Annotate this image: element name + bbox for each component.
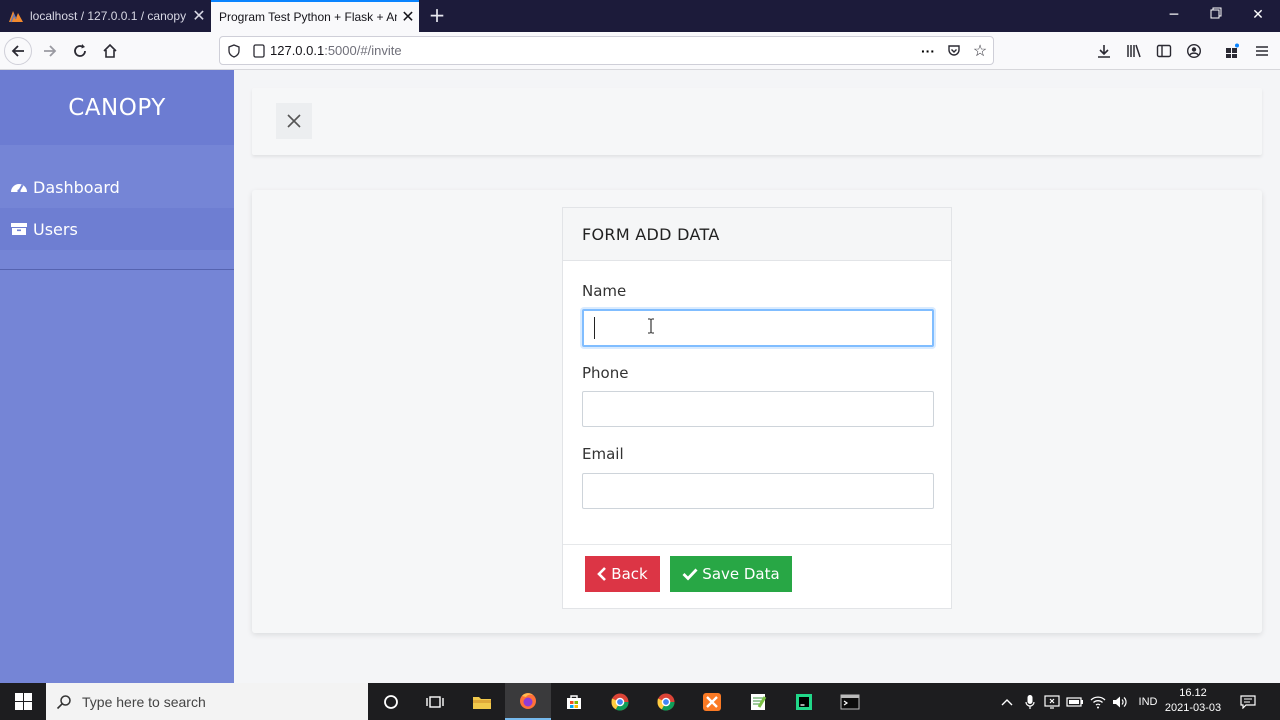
back-button-label: Back bbox=[611, 565, 648, 583]
top-bar bbox=[252, 88, 1262, 155]
tab-program-test[interactable]: Program Test Python + Flask + Ang ✕ bbox=[211, 0, 419, 32]
network-monitor-icon[interactable] bbox=[1042, 683, 1062, 720]
tab-phpmyadmin[interactable]: localhost / 127.0.0.1 / canopy / ✕ bbox=[0, 0, 210, 32]
url-bar[interactable]: 127.0.0.1 :5000/#/invite ··· ☆ bbox=[219, 36, 994, 65]
sidebar: CANOPY Dashboard Users bbox=[0, 70, 234, 683]
home-icon[interactable] bbox=[96, 37, 124, 65]
browser-tab-bar: localhost / 127.0.0.1 / canopy / ✕ Progr… bbox=[0, 0, 1280, 32]
clock-date: 2021-03-03 bbox=[1164, 702, 1222, 714]
notepad-plus-icon[interactable] bbox=[735, 683, 781, 720]
sidebar-divider bbox=[0, 269, 234, 270]
phpmyadmin-icon bbox=[9, 11, 23, 23]
phone-input[interactable] bbox=[582, 391, 934, 427]
battery-icon[interactable] bbox=[1064, 683, 1086, 720]
terminal-icon[interactable] bbox=[827, 683, 873, 720]
search-icon bbox=[56, 694, 71, 709]
name-label: Name bbox=[582, 282, 627, 300]
taskbar-clock[interactable]: 16.12 2021-03-03 bbox=[1162, 686, 1224, 716]
sidebar-item-dashboard[interactable]: Dashboard bbox=[0, 166, 234, 208]
window-close-icon[interactable]: ✕ bbox=[1236, 0, 1280, 32]
phone-label: Phone bbox=[582, 364, 629, 382]
chevron-left-icon bbox=[597, 567, 607, 581]
notification-icon[interactable] bbox=[1236, 683, 1260, 720]
tab-title: Program Test Python + Flask + Ang bbox=[219, 10, 397, 24]
content-card: FORM ADD DATA Name Phone Email Back Save… bbox=[252, 190, 1262, 633]
sidebar-item-label: Dashboard bbox=[33, 177, 120, 197]
new-tab-icon[interactable]: + bbox=[424, 0, 450, 32]
main-content: FORM ADD DATA Name Phone Email Back Save… bbox=[234, 70, 1280, 683]
close-icon[interactable] bbox=[276, 103, 312, 139]
microphone-icon[interactable] bbox=[1020, 683, 1040, 720]
restore-icon[interactable] bbox=[1194, 0, 1238, 32]
task-view-icon[interactable] bbox=[412, 683, 458, 720]
sidebar-item-label: Users bbox=[33, 219, 78, 239]
tab-close-icon[interactable]: ✕ bbox=[188, 6, 210, 26]
name-input[interactable] bbox=[582, 309, 934, 347]
windows-taskbar: Type here to search IND 16.12 2021-03-03 bbox=[0, 683, 1280, 720]
form-title: FORM ADD DATA bbox=[563, 208, 951, 261]
page-info-icon[interactable] bbox=[248, 43, 270, 58]
file-explorer-icon[interactable] bbox=[459, 683, 505, 720]
email-input[interactable] bbox=[582, 473, 934, 509]
chrome-icon[interactable] bbox=[597, 683, 643, 720]
library-icon[interactable] bbox=[1121, 37, 1147, 65]
bookmark-star-icon[interactable]: ☆ bbox=[967, 41, 993, 61]
sidebar-item-users[interactable]: Users bbox=[0, 208, 234, 250]
pocket-icon[interactable] bbox=[941, 44, 967, 58]
tab-title: localhost / 127.0.0.1 / canopy / bbox=[30, 9, 188, 23]
download-icon[interactable] bbox=[1091, 37, 1117, 65]
account-icon[interactable] bbox=[1181, 37, 1207, 65]
search-placeholder: Type here to search bbox=[82, 693, 206, 710]
tray-chevron-up-icon[interactable] bbox=[998, 683, 1016, 720]
browser-nav-bar: 127.0.0.1 :5000/#/invite ··· ☆ bbox=[0, 32, 1280, 70]
clock-time: 16.12 bbox=[1179, 687, 1207, 699]
microsoft-store-icon[interactable] bbox=[551, 683, 597, 720]
xampp-icon[interactable] bbox=[689, 683, 735, 720]
archive-box-icon bbox=[10, 219, 30, 239]
menu-icon[interactable] bbox=[1249, 37, 1275, 65]
form-footer: Back Save Data bbox=[563, 544, 951, 609]
shield-icon[interactable] bbox=[220, 43, 248, 58]
save-data-button[interactable]: Save Data bbox=[670, 556, 792, 592]
back-arrow-icon[interactable] bbox=[4, 37, 32, 65]
text-caret bbox=[594, 317, 595, 339]
url-host: 127.0.0.1 bbox=[270, 43, 325, 58]
wifi-icon[interactable] bbox=[1088, 683, 1108, 720]
text-cursor-icon bbox=[648, 318, 654, 334]
save-button-label: Save Data bbox=[702, 565, 780, 583]
email-label: Email bbox=[582, 445, 624, 463]
tab-close-icon[interactable]: ✕ bbox=[397, 7, 419, 27]
volume-icon[interactable] bbox=[1110, 683, 1130, 720]
forward-arrow-icon[interactable] bbox=[36, 37, 64, 65]
back-button[interactable]: Back bbox=[585, 556, 660, 592]
url-path: :5000/#/invite bbox=[324, 43, 402, 58]
taskbar-search-box[interactable]: Type here to search bbox=[46, 683, 368, 720]
brand-logo[interactable]: CANOPY bbox=[0, 70, 234, 145]
minimize-icon[interactable]: ─ bbox=[1152, 0, 1196, 32]
more-icon[interactable]: ··· bbox=[915, 43, 941, 59]
check-icon bbox=[682, 567, 698, 581]
firefox-icon[interactable] bbox=[505, 683, 551, 720]
sidebar-icon[interactable] bbox=[1151, 37, 1177, 65]
reload-icon[interactable] bbox=[66, 37, 94, 65]
dashboard-gauge-icon bbox=[10, 177, 30, 197]
cortana-icon[interactable] bbox=[368, 683, 414, 720]
add-data-form: FORM ADD DATA Name Phone Email Back Save… bbox=[562, 207, 952, 609]
windows-start-icon[interactable] bbox=[0, 683, 46, 720]
chrome-icon[interactable] bbox=[643, 683, 689, 720]
pycharm-icon[interactable] bbox=[781, 683, 827, 720]
language-indicator[interactable]: IND bbox=[1134, 683, 1162, 720]
extensions-icon[interactable] bbox=[1219, 37, 1245, 65]
